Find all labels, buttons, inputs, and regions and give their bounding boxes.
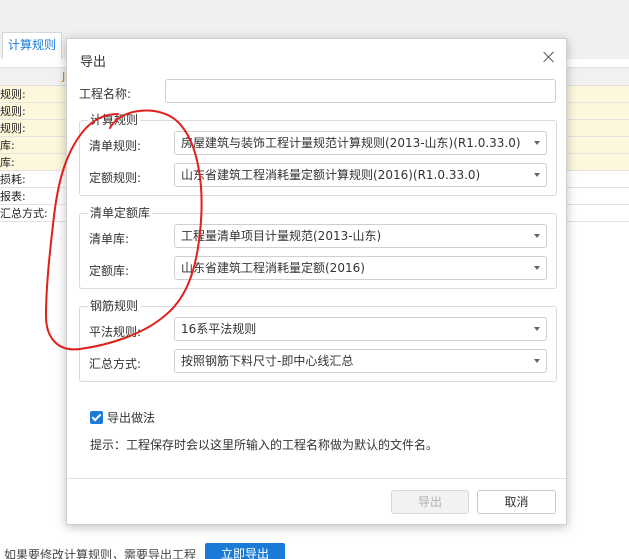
chevron-down-icon bbox=[534, 141, 540, 145]
export-method-label[interactable]: 导出做法 bbox=[107, 409, 155, 426]
dialog-title: 导出 bbox=[80, 55, 107, 70]
chevron-down-icon bbox=[534, 173, 540, 177]
footer-divider bbox=[67, 478, 566, 479]
select-value: 按照钢筋下料尺寸-即中心线汇总 bbox=[181, 354, 354, 368]
close-icon[interactable] bbox=[541, 49, 557, 65]
export-dialog: 导出 工程名称: 计算规则 清单规则: 房屋建筑与装饰工程计量规范计算规则(20… bbox=[66, 38, 567, 525]
project-name-label: 工程名称: bbox=[79, 87, 132, 101]
export-button[interactable]: 导出 bbox=[391, 490, 469, 514]
group-title: 计算规则 bbox=[88, 113, 141, 127]
header-mark: J bbox=[62, 70, 66, 83]
chevron-down-icon bbox=[534, 234, 540, 238]
select-value: 山东省建筑工程消耗量定额计算规则(2016)(R1.0.33.0) bbox=[181, 168, 481, 182]
project-name-input[interactable] bbox=[165, 79, 556, 103]
bottom-notice: 如果要修改计算规则，需要导出工程 bbox=[4, 548, 197, 559]
quota-rule-select[interactable]: 山东省建筑工程消耗量定额计算规则(2016)(R1.0.33.0) bbox=[174, 163, 547, 187]
summary-method-label: 汇总方式: bbox=[89, 357, 142, 371]
hint-text: 提示：工程保存时会以这里所输入的工程名称做为默认的文件名。 bbox=[90, 438, 439, 452]
tab-calc-rules[interactable]: 计算规则 bbox=[2, 32, 62, 59]
select-value: 山东省建筑工程消耗量定额(2016) bbox=[181, 261, 365, 275]
bill-rule-label: 清单规则: bbox=[89, 139, 142, 153]
quota-library-select[interactable]: 山东省建筑工程消耗量定额(2016) bbox=[174, 256, 547, 280]
quota-rule-label: 定额规则: bbox=[89, 171, 142, 185]
chevron-down-icon bbox=[534, 327, 540, 331]
cancel-button[interactable]: 取消 bbox=[477, 490, 556, 514]
bill-library-select[interactable]: 工程量清单项目计量规范(2013-山东) bbox=[174, 224, 547, 248]
bill-library-label: 清单库: bbox=[89, 232, 130, 246]
select-value: 16系平法规则 bbox=[181, 322, 257, 336]
group-title: 清单定额库 bbox=[88, 206, 153, 220]
quota-library-label: 定额库: bbox=[89, 264, 130, 278]
select-value: 房屋建筑与装饰工程计量规范计算规则(2013-山东)(R1.0.33.0) bbox=[181, 136, 521, 150]
group-calc-rules: 计算规则 清单规则: 房屋建筑与装饰工程计量规范计算规则(2013-山东)(R1… bbox=[79, 113, 557, 196]
export-now-button[interactable]: 立即导出 bbox=[205, 543, 285, 559]
flat-rule-select[interactable]: 16系平法规则 bbox=[174, 317, 547, 341]
group-title: 钢筋规则 bbox=[88, 299, 141, 313]
group-bill-quota-library: 清单定额库 清单库: 工程量清单项目计量规范(2013-山东) 定额库: 山东省… bbox=[79, 206, 557, 289]
group-rebar-rules: 钢筋规则 平法规则: 16系平法规则 汇总方式: 按照钢筋下料尺寸-即中心线汇总 bbox=[79, 299, 557, 382]
flat-rule-label: 平法规则: bbox=[89, 325, 142, 339]
chevron-down-icon bbox=[534, 359, 540, 363]
bill-rule-select[interactable]: 房屋建筑与装饰工程计量规范计算规则(2013-山东)(R1.0.33.0) bbox=[174, 131, 547, 155]
summary-method-select[interactable]: 按照钢筋下料尺寸-即中心线汇总 bbox=[174, 349, 547, 373]
checkbox-checked-icon[interactable] bbox=[90, 411, 103, 424]
chevron-down-icon bbox=[534, 266, 540, 270]
select-value: 工程量清单项目计量规范(2013-山东) bbox=[181, 229, 382, 243]
